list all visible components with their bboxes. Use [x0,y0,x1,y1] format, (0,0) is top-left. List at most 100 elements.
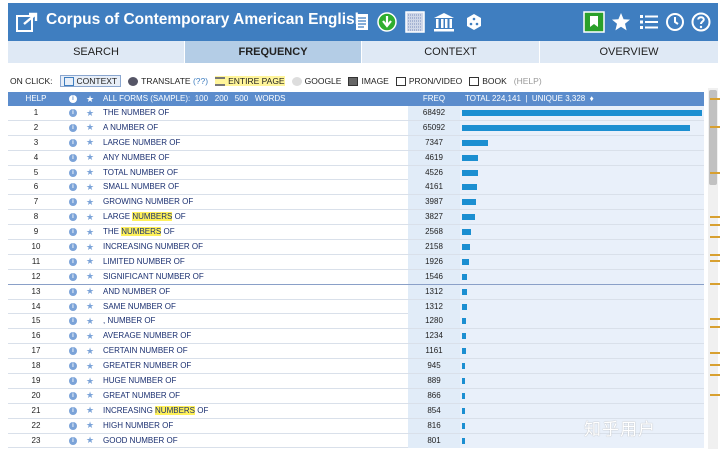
frequency-value[interactable]: 1280 [408,314,460,329]
option-context[interactable]: CONTEXT [59,75,122,87]
sort-icon[interactable]: ♦ [590,94,594,103]
table-row[interactable]: 2 i ★ A NUMBER OF 65092 [8,120,704,136]
info-icon[interactable]: i [64,329,82,343]
tab-context[interactable]: CONTEXT [362,41,540,63]
table-row[interactable]: 12 i ★ SIGNIFICANT NUMBER OF 1546 [8,269,704,285]
word-form[interactable]: SMALL NUMBER OF [98,180,408,194]
word-form[interactable]: ANY NUMBER OF [98,151,408,165]
word-form[interactable]: CERTAIN NUMBER OF [98,344,408,358]
info-icon[interactable]: i [64,106,82,120]
star-icon[interactable]: ★ [82,195,98,209]
star-icon[interactable]: ★ [82,121,98,135]
tab-overview[interactable]: OVERVIEW [540,41,718,63]
info-icon[interactable]: i [64,136,82,150]
star-icon[interactable]: ★ [82,255,98,269]
info-icon[interactable]: i [64,195,82,209]
help-link[interactable]: (HELP) [514,76,542,86]
info-icon[interactable]: i [64,374,82,388]
word-form[interactable]: LARGE NUMBER OF [98,136,408,150]
word-form[interactable]: , NUMBER OF [98,314,408,328]
word-form[interactable]: INCREASING NUMBERS OF [98,404,408,418]
word-form[interactable]: GREATER NUMBER OF [98,359,408,373]
option-google[interactable]: GOOGLE [291,76,341,86]
frequency-value[interactable]: 889 [408,374,460,389]
star-icon[interactable]: ★ [82,389,98,403]
frequency-value[interactable]: 3827 [408,210,460,225]
star-icon[interactable]: ★ [82,180,98,194]
star-icon[interactable]: ★ [82,314,98,328]
word-form[interactable]: AND NUMBER OF [98,285,408,299]
star-icon[interactable]: ★ [82,419,98,433]
frequency-value[interactable]: 2568 [408,225,460,240]
star-icon[interactable]: ★ [82,344,98,358]
word-form[interactable]: A NUMBER OF [98,121,408,135]
table-row[interactable]: 17 i ★ CERTAIN NUMBER OF 1161 [8,344,704,360]
word-form[interactable]: GROWING NUMBER OF [98,195,408,209]
option-pron-video[interactable]: PRON/VIDEO [395,76,462,86]
word-form[interactable]: SIGNIFICANT NUMBER OF [98,270,408,284]
sample-200[interactable]: 200 [215,94,228,103]
word-form[interactable]: LARGE NUMBERS OF [98,210,408,224]
table-row[interactable]: 4 i ★ ANY NUMBER OF 4619 [8,150,704,166]
star-icon[interactable]: ★ [82,166,98,180]
frequency-value[interactable]: 945 [408,359,460,374]
list-icon[interactable] [638,9,660,35]
frequency-value[interactable]: 816 [408,418,460,433]
info-icon[interactable]: i [64,285,82,299]
frequency-value[interactable]: 7347 [408,135,460,150]
document-icon[interactable] [353,9,371,35]
frequency-value[interactable]: 4161 [408,180,460,195]
table-row[interactable]: 15 i ★ , NUMBER OF 1280 [8,314,704,330]
help-icon[interactable] [690,9,712,35]
frequency-value[interactable]: 1312 [408,284,460,299]
word-form[interactable]: AVERAGE NUMBER OF [98,329,408,343]
info-icon[interactable]: i [64,270,82,284]
dice-icon[interactable] [464,9,484,35]
table-row[interactable]: 11 i ★ LIMITED NUMBER OF 1926 [8,254,704,270]
word-form[interactable]: SAME NUMBER OF [98,300,408,314]
option-book[interactable]: BOOK [469,76,507,86]
word-form[interactable]: HUGE NUMBER OF [98,374,408,388]
star-icon[interactable]: ★ [82,404,98,418]
table-row[interactable]: 19 i ★ HUGE NUMBER OF 889 [8,374,704,389]
download-icon[interactable] [376,9,398,35]
star-icon[interactable]: ★ [82,300,98,314]
info-icon[interactable]: i [64,240,82,254]
word-form[interactable]: GOOD NUMBER OF [98,434,408,448]
table-row[interactable]: 20 i ★ GREAT NUMBER OF 866 [8,388,704,404]
sample-500[interactable]: 500 [235,94,248,103]
star-icon[interactable]: ★ [82,210,98,224]
table-row[interactable]: 14 i ★ SAME NUMBER OF 1312 [8,299,704,315]
word-form[interactable]: LIMITED NUMBER OF [98,255,408,269]
info-icon[interactable]: i [64,344,82,358]
bookmark-icon[interactable] [582,9,606,35]
star-icon[interactable]: ★ [82,106,98,120]
info-icon[interactable]: i [64,404,82,418]
table-row[interactable]: 7 i ★ GROWING NUMBER OF 3987 [8,195,704,211]
info-icon[interactable]: i [64,314,82,328]
history-icon[interactable] [664,9,686,35]
frequency-value[interactable]: 1926 [408,254,460,269]
table-row[interactable]: 3 i ★ LARGE NUMBER OF 7347 [8,135,704,151]
frequency-value[interactable]: 4619 [408,150,460,165]
word-form[interactable]: THE NUMBERS OF [98,225,408,239]
info-icon[interactable]: i [64,300,82,314]
star-icon[interactable]: ★ [82,434,98,448]
star-icon[interactable]: ★ [82,136,98,150]
table-row[interactable]: 6 i ★ SMALL NUMBER OF 4161 [8,180,704,196]
word-form[interactable]: HIGH NUMBER OF [98,419,408,433]
star-icon[interactable]: ★ [82,225,98,239]
option-entire-page[interactable]: ENTIRE PAGE [215,76,285,86]
translate-language[interactable]: (??) [193,76,208,86]
table-row[interactable]: 5 i ★ TOTAL NUMBER OF 4526 [8,165,704,181]
star-icon[interactable] [610,9,632,35]
info-icon[interactable]: i [64,121,82,135]
info-icon[interactable]: i [64,359,82,373]
texture-icon[interactable] [404,9,426,35]
star-icon[interactable]: ★ [82,359,98,373]
frequency-value[interactable]: 68492 [408,106,460,120]
frequency-value[interactable]: 866 [408,388,460,403]
option-image[interactable]: IMAGE [348,76,389,86]
table-row[interactable]: 10 i ★ INCREASING NUMBER OF 2158 [8,240,704,255]
info-icon[interactable]: i [64,434,82,448]
